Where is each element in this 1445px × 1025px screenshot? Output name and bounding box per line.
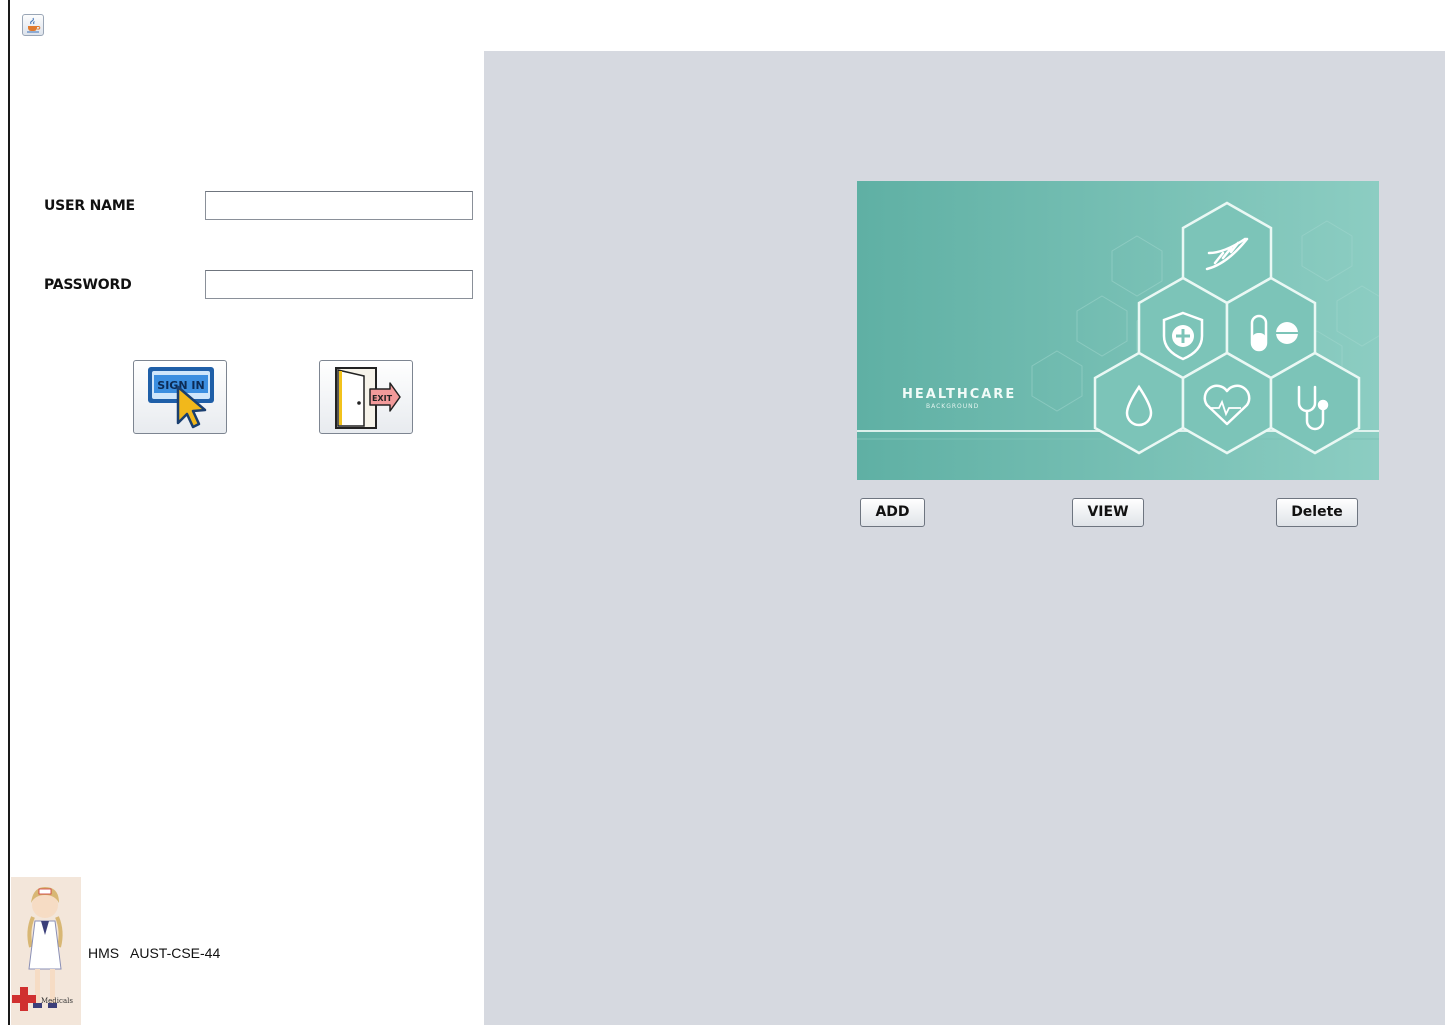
add-button[interactable]: ADD <box>860 498 925 527</box>
sign-in-icon: SIGN IN <box>148 367 214 429</box>
footer-credit: HMS AUST-CSE-44 <box>88 945 221 961</box>
password-input[interactable] <box>205 270 473 299</box>
exit-icon-label: EXIT <box>372 394 393 403</box>
healthcare-banner <box>857 181 1379 480</box>
exit-door-icon: EXIT <box>335 367 401 429</box>
banner-subtitle: BACKGROUND <box>926 403 980 410</box>
exit-button[interactable]: EXIT <box>319 360 413 434</box>
banner-title: HEALTHCARE <box>902 387 1017 402</box>
mascot-label: Medicals <box>41 997 73 1005</box>
password-label: PASSWORD <box>44 277 132 293</box>
java-cup-icon[interactable] <box>22 14 44 36</box>
sign-in-button[interactable]: SIGN IN <box>133 360 227 434</box>
window-left-border <box>8 0 10 1025</box>
delete-button[interactable]: Delete <box>1276 498 1358 527</box>
username-label: USER NAME <box>44 198 135 214</box>
view-button[interactable]: VIEW <box>1072 498 1144 527</box>
nurse-mascot-logo: Medicals <box>11 877 81 1025</box>
username-input[interactable] <box>205 191 473 220</box>
